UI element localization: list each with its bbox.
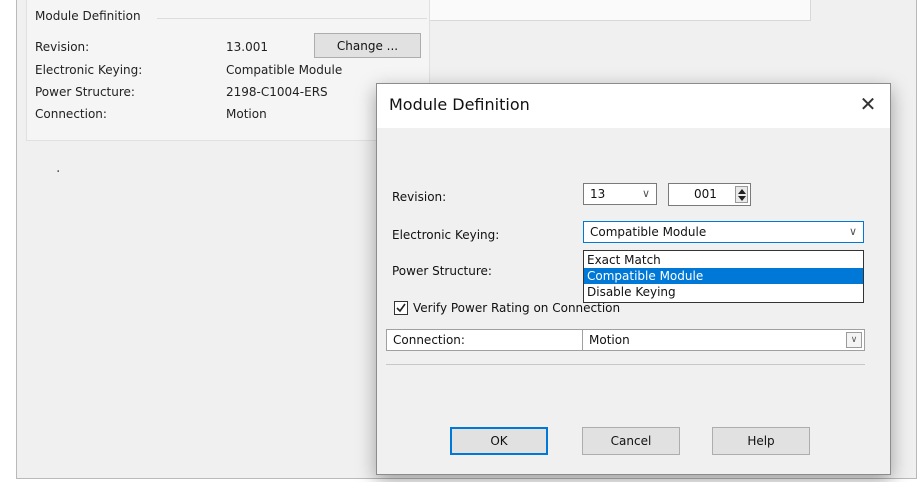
electronic-keying-label: Electronic Keying: <box>35 63 143 77</box>
connection-select-row[interactable]: Connection: Motion ∨ <box>386 329 865 351</box>
group-separator <box>157 18 427 19</box>
dialog-separator <box>386 364 865 365</box>
option-disable-keying[interactable]: Disable Keying <box>584 284 863 300</box>
stray-dot: . <box>56 160 61 176</box>
revision-minor-value: 001 <box>694 187 717 201</box>
top-strip <box>430 0 811 21</box>
verify-power-rating-checkbox[interactable] <box>394 301 408 315</box>
power-structure-label: Power Structure: <box>392 264 492 278</box>
background-module-definition-group: Module Definition Revision: 13.001 Elect… <box>26 0 430 141</box>
connection-value: Motion <box>226 107 267 121</box>
electronic-keying-dropdown-list: Exact Match Compatible Module Disable Ke… <box>583 250 864 303</box>
electronic-keying-value: Compatible Module <box>226 63 343 77</box>
spinner-buttons[interactable] <box>735 186 748 203</box>
revision-major-select[interactable]: 13 ∨ <box>583 183 657 205</box>
connection-value: Motion <box>589 333 630 347</box>
revision-minor-spinner[interactable]: 001 <box>668 183 751 206</box>
connection-divider <box>582 330 583 350</box>
chevron-down-icon: ∨ <box>641 187 650 200</box>
dialog-title-bar: Module Definition ✕ <box>377 84 890 128</box>
group-title: Module Definition <box>35 9 141 23</box>
connection-label: Connection: <box>393 333 465 347</box>
option-compatible-module[interactable]: Compatible Module <box>584 268 863 284</box>
revision-value: 13.001 <box>226 40 268 54</box>
chevron-down-icon: ∨ <box>848 225 857 238</box>
module-definition-dialog: Module Definition ✕ Revision: 13 ∨ 001 E… <box>376 83 891 475</box>
cancel-button[interactable]: Cancel <box>582 427 680 455</box>
revision-label: Revision: <box>35 40 90 54</box>
electronic-keying-value: Compatible Module <box>590 225 707 239</box>
change-button[interactable]: Change ... <box>314 33 421 58</box>
power-structure-value: 2198-C1004-ERS <box>226 85 328 99</box>
checkmark-icon <box>396 303 406 313</box>
help-button[interactable]: Help <box>712 427 810 455</box>
power-structure-label: Power Structure: <box>35 85 135 99</box>
ok-button[interactable]: OK <box>450 427 548 455</box>
electronic-keying-select[interactable]: Compatible Module ∨ <box>583 221 864 243</box>
spinner-down-icon[interactable] <box>738 196 746 201</box>
option-exact-match[interactable]: Exact Match <box>584 252 863 268</box>
spinner-up-icon[interactable] <box>738 189 746 194</box>
electronic-keying-label: Electronic Keying: <box>392 228 500 242</box>
close-icon[interactable]: ✕ <box>856 92 880 116</box>
revision-label: Revision: <box>392 190 447 204</box>
chevron-down-icon[interactable]: ∨ <box>846 332 862 348</box>
dialog-title: Module Definition <box>389 95 530 114</box>
connection-label: Connection: <box>35 107 107 121</box>
verify-power-rating-label[interactable]: Verify Power Rating on Connection <box>413 301 620 315</box>
revision-major-value: 13 <box>590 187 606 201</box>
